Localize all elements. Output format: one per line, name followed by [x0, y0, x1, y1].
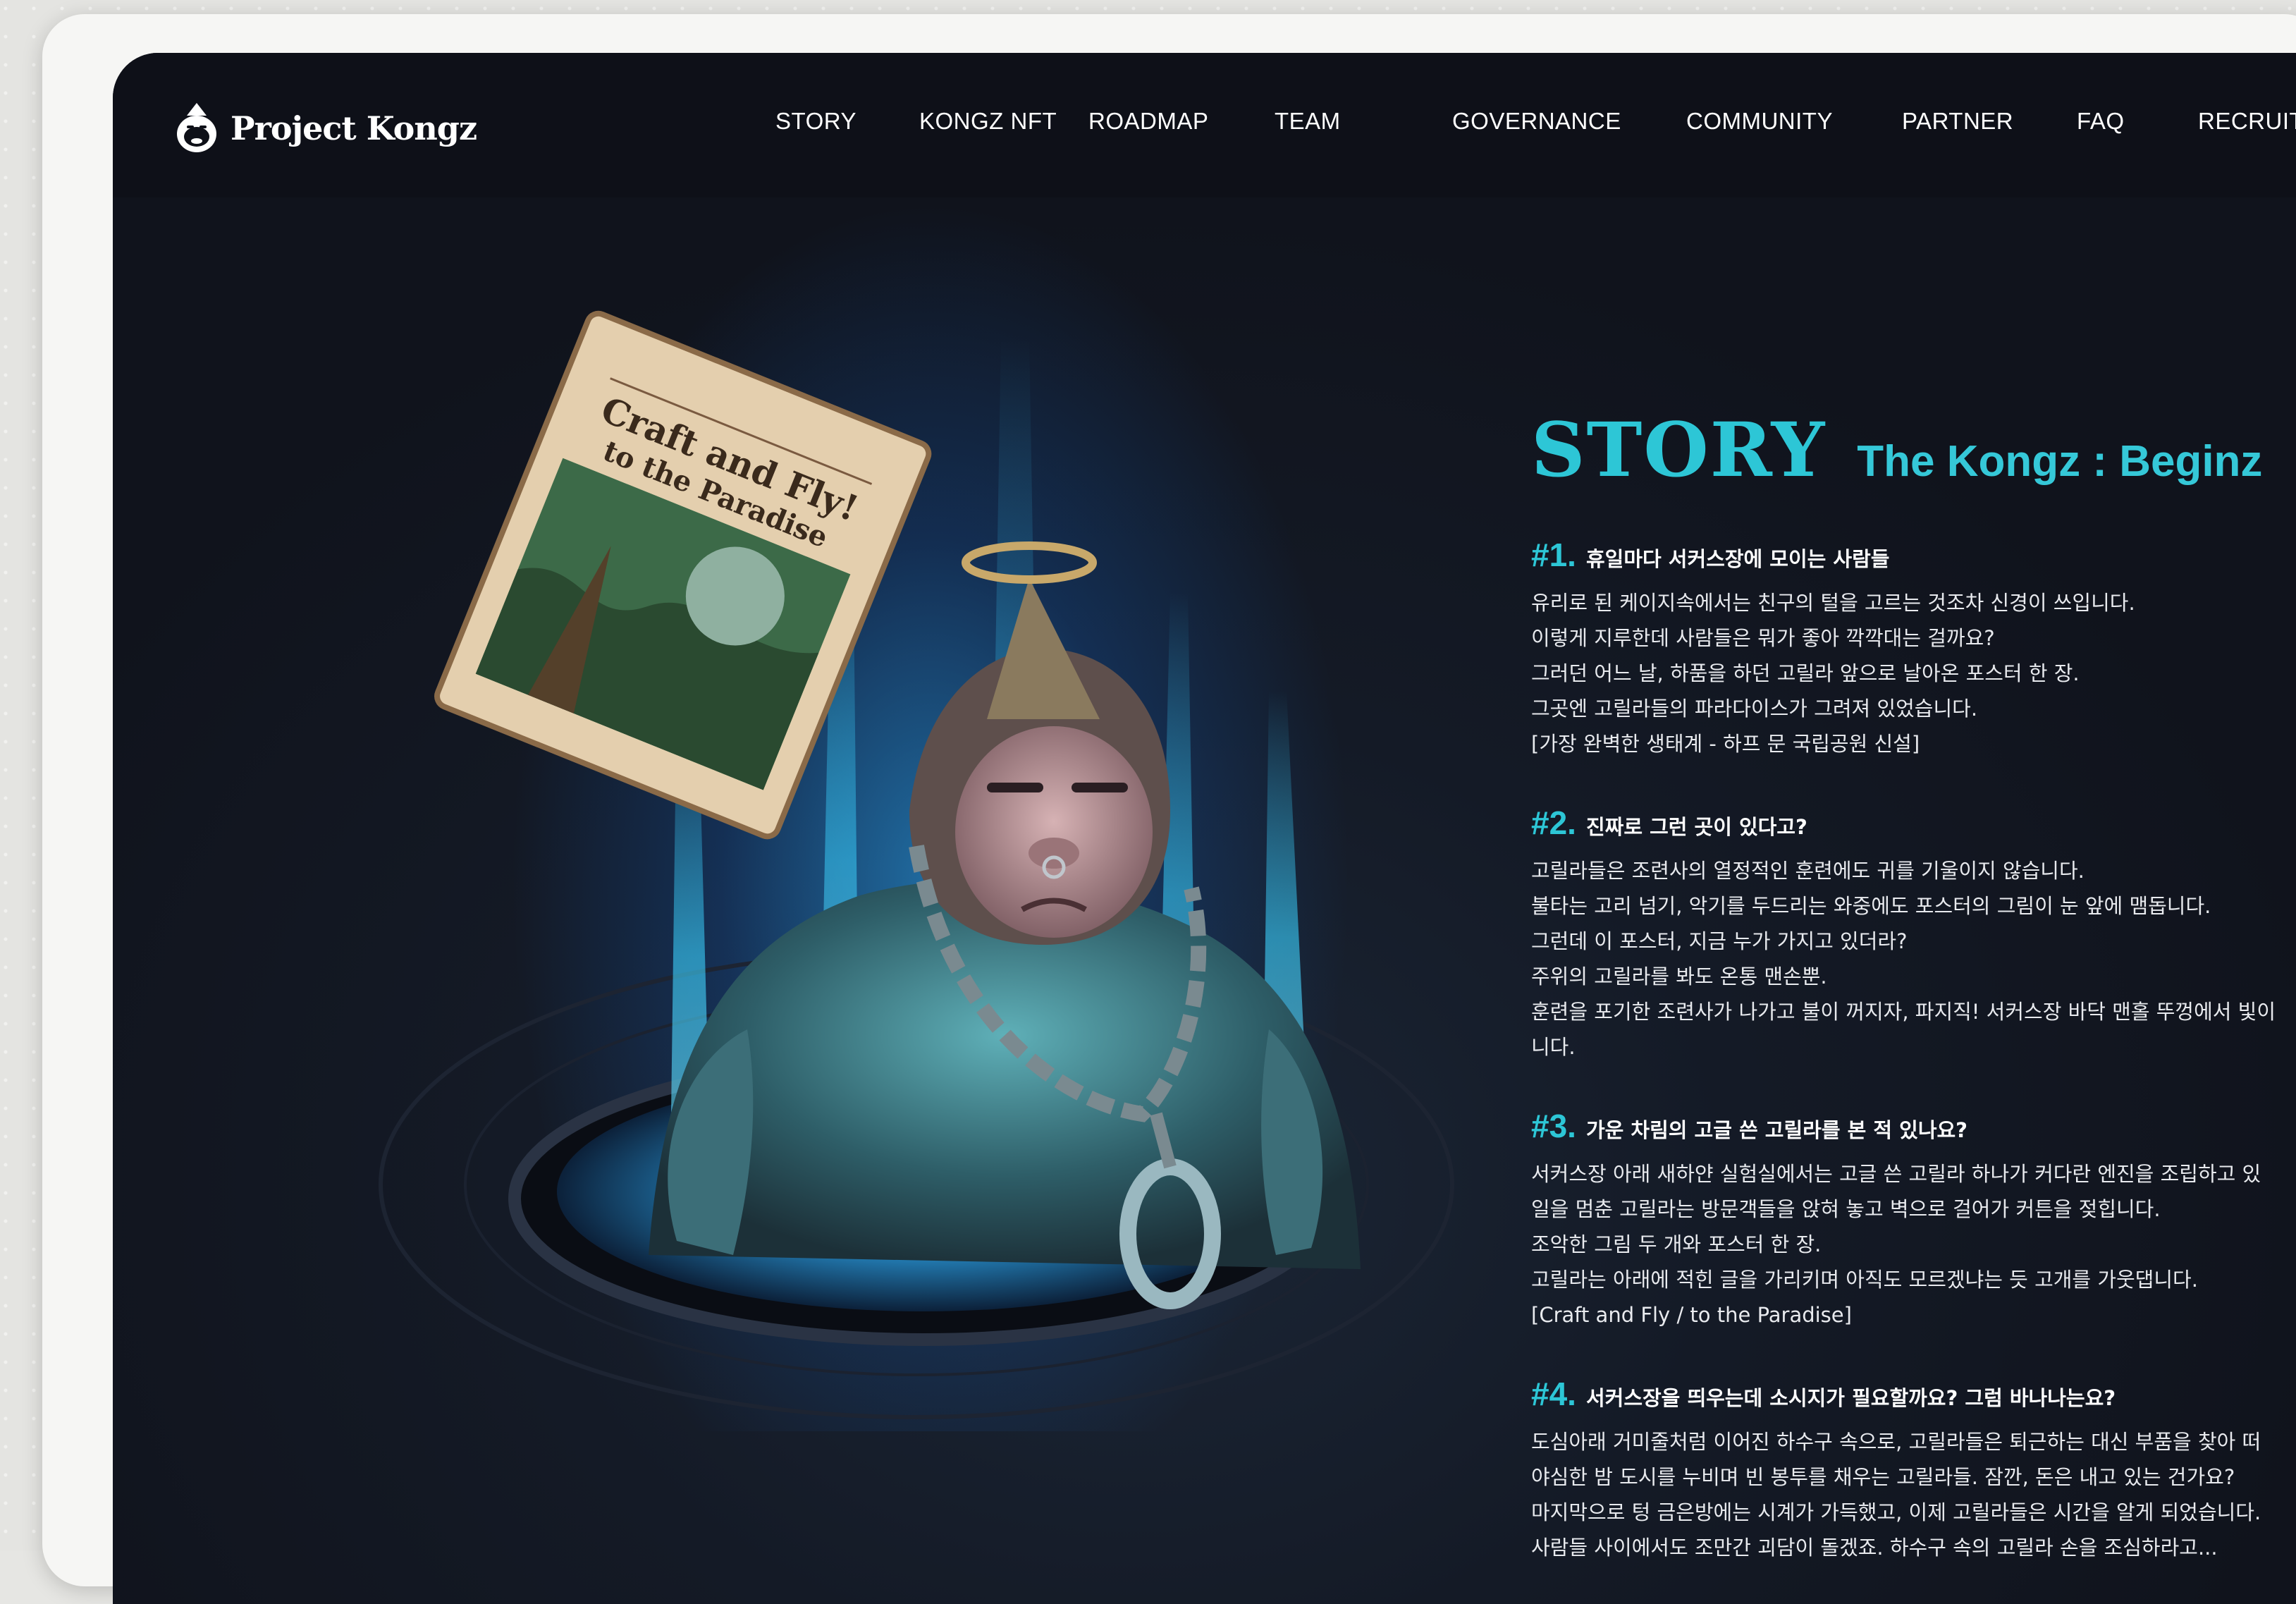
chapter-line: 야심한 밤 도시를 누비며 빈 봉투를 채우는 고릴라들. 잠깐, 돈은 내고 … [1531, 1465, 2235, 1489]
chapter-line: 고릴라들은 조련사의 열정적인 훈련에도 귀를 기울이지 않습니다. [1531, 859, 2085, 883]
chapter-line: [가장 완벽한 생태계 - 하프 문 국립공원 신설] [1531, 732, 1920, 756]
gorilla-illustration: Craft and Fly! to the Paradise [379, 310, 1454, 1419]
chapter-number: #1. [1531, 537, 1576, 573]
story-chapter-3: #3. 가운 차림의 고글 쓴 고릴라를 본 적 있나요? 서커스장 아래 새하… [1531, 1107, 2296, 1333]
story-title: STORY [1531, 405, 1827, 494]
nav-team-link[interactable]: TEAM [1275, 108, 1341, 135]
nav-kongz-nft-link[interactable]: KONGZ NFT [919, 108, 1057, 135]
chapter-line: 그런데 이 포스터, 지금 누가 가지고 있더라? [1531, 929, 1908, 953]
nav-faq-link[interactable]: FAQ [2077, 108, 2125, 135]
nav-governance-link[interactable]: GOVERNANCE [1452, 108, 1621, 135]
chapter-title: 진짜로 그런 곳이 있다고? [1585, 815, 1807, 839]
nav-recruit-link[interactable]: RECRUIT [2198, 108, 2296, 135]
story-header: STORY The Kongz : Beginz [1531, 405, 2296, 494]
chapter-line: 그곳엔 고릴라들의 파라다이스가 그려져 있었습니다. [1531, 697, 1978, 721]
chapter-line: 일을 멈춘 고릴라는 방문객들을 앉혀 놓고 벽으로 걸어가 커튼을 젖힙니다. [1531, 1197, 2161, 1221]
nav-story-link[interactable]: STORY [775, 108, 857, 135]
top-navigation: Project Kongz STORY KONGZ NFT ROADMAP TE… [113, 53, 2296, 197]
nav-partner-link[interactable]: PARTNER [1902, 108, 2013, 135]
story-chapter-4: #4. 서커스장을 띄우는데 소시지가 필요할까요? 그럼 바나나는요? 도심아… [1531, 1375, 2296, 1565]
chapter-line: 그러던 어느 날, 하품을 하던 고릴라 앞으로 날아온 포스터 한 장. [1531, 661, 2080, 685]
chapter-line: 주위의 고릴라를 봐도 온통 맨손뿐. [1531, 965, 1827, 988]
story-panel: STORY The Kongz : Beginz #1. 휴일마다 서커스장에 … [1531, 405, 2296, 1565]
chapter-line: 니다. [1531, 1035, 1576, 1059]
chapter-line: 서커스장 아래 새하얀 실험실에서는 고글 쓴 고릴라 하나가 커다란 엔진을 … [1531, 1162, 2261, 1186]
chapter-number: #3. [1531, 1108, 1576, 1144]
website-screen: Project Kongz STORY KONGZ NFT ROADMAP TE… [113, 53, 2296, 1604]
chapter-line: 불타는 고리 넘기, 악기를 두드리는 와중에도 포스터의 그림이 눈 앞에 맴… [1531, 894, 2211, 918]
chapter-number: #2. [1531, 804, 1576, 841]
chapter-line: 사람들 사이에서도 조만간 괴담이 돌겠죠. 하수구 속의 고릴라 손을 조심하… [1531, 1536, 2218, 1560]
chapter-line: 마지막으로 텅 금은방에는 시계가 가득했고, 이제 고릴라들은 시간을 알게 … [1531, 1500, 2261, 1524]
chapter-title: 서커스장을 띄우는데 소시지가 필요할까요? 그럼 바나나는요? [1585, 1386, 2116, 1410]
chapter-line: [Craft and Fly / to the Paradise] [1531, 1303, 1852, 1327]
chapter-line: 조악한 그림 두 개와 포스터 한 장. [1531, 1232, 1822, 1256]
brand-name: Project Kongz [231, 109, 477, 147]
nav-community-link[interactable]: COMMUNITY [1686, 108, 1833, 135]
chapter-line: 도심아래 거미줄처럼 이어진 하수구 속으로, 고릴라들은 퇴근하는 대신 부품… [1531, 1430, 2261, 1454]
chapter-title: 가운 차림의 고글 쓴 고릴라를 본 적 있나요? [1585, 1118, 1968, 1142]
chapter-line: 이렇게 지루한데 사람들은 뭐가 좋아 깍깍대는 걸까요? [1531, 626, 1995, 650]
chapter-line: 고릴라는 아래에 적힌 글을 가리키며 아직도 모르겠냐는 듯 고개를 가웃댑니… [1531, 1268, 2198, 1292]
chapter-title: 휴일마다 서커스장에 모이는 사람들 [1585, 547, 1890, 571]
gorilla-logo-icon [177, 103, 216, 152]
story-chapter-1: #1. 휴일마다 서커스장에 모이는 사람들 유리로 된 케이지속에서는 친구의… [1531, 536, 2296, 761]
story-hero-section: Craft and Fly! to the Paradise STORY The… [113, 197, 2296, 1604]
chapter-number: #4. [1531, 1376, 1576, 1412]
brand-logo[interactable]: Project Kongz [173, 97, 477, 160]
story-subtitle: The Kongz : Beginz [1857, 437, 2263, 486]
chapter-line: 유리로 된 케이지속에서는 친구의 털을 고르는 것조차 신경이 쓰입니다. [1531, 591, 2135, 615]
nav-roadmap-link[interactable]: ROADMAP [1088, 108, 1208, 135]
chapter-line: 훈련을 포기한 조련사가 나가고 불이 꺼지자, 파지직! 서커스장 바닥 맨홀… [1531, 1000, 2276, 1024]
story-chapter-2: #2. 진짜로 그런 곳이 있다고? 고릴라들은 조련사의 열정적인 훈련에도 … [1531, 804, 2296, 1065]
browser-card: Project Kongz STORY KONGZ NFT ROADMAP TE… [42, 14, 2296, 1604]
